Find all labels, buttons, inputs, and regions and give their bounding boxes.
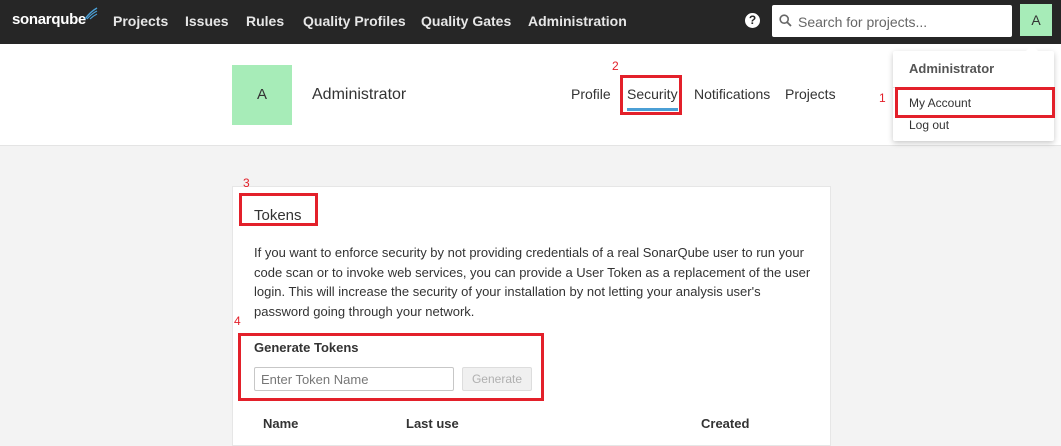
column-header-name: Name xyxy=(263,416,299,431)
nav-rules[interactable]: Rules xyxy=(246,13,284,29)
tab-profile[interactable]: Profile xyxy=(571,86,611,102)
tab-notifications[interactable]: Notifications xyxy=(694,86,770,102)
nav-issues[interactable]: Issues xyxy=(185,13,229,29)
nav-quality-profiles[interactable]: Quality Profiles xyxy=(303,13,406,29)
tab-projects[interactable]: Projects xyxy=(785,86,836,102)
column-header-last-use: Last use xyxy=(406,416,459,431)
menu-item-log-out[interactable]: Log out xyxy=(909,118,949,132)
annotation-box-my-account xyxy=(895,87,1055,118)
account-name: Administrator xyxy=(312,86,407,103)
tokens-card: Tokens If you want to enforce security b… xyxy=(232,186,831,446)
help-icon[interactable]: ? xyxy=(745,13,760,28)
annotation-box-tokens-title xyxy=(239,193,318,226)
account-avatar: A xyxy=(232,65,292,125)
annotation-number-2: 2 xyxy=(612,59,619,73)
search-input[interactable] xyxy=(796,5,1010,39)
sonar-wave-icon xyxy=(84,7,98,20)
nav-quality-gates[interactable]: Quality Gates xyxy=(421,13,511,29)
search-box[interactable] xyxy=(772,5,1012,39)
search-icon xyxy=(779,14,792,27)
top-navbar: sonarqube Projects Issues Rules Quality … xyxy=(0,0,1061,44)
dropdown-caret xyxy=(1026,45,1038,51)
annotation-number-4: 4 xyxy=(234,314,241,328)
column-header-created: Created xyxy=(701,416,750,431)
annotation-number-1: 1 xyxy=(879,91,886,105)
annotation-box-generate-tokens xyxy=(238,333,544,401)
dropdown-username: Administrator xyxy=(909,61,995,76)
sonarqube-logo[interactable]: sonarqube xyxy=(12,7,98,33)
logo-text: sonarqube xyxy=(12,11,86,28)
nav-projects[interactable]: Projects xyxy=(113,13,168,29)
tokens-description: If you want to enforce security by not p… xyxy=(254,245,811,319)
annotation-box-security-tab xyxy=(620,75,682,115)
user-avatar-button[interactable]: A xyxy=(1020,4,1052,36)
annotation-number-3: 3 xyxy=(243,176,250,190)
nav-administration[interactable]: Administration xyxy=(528,13,627,29)
